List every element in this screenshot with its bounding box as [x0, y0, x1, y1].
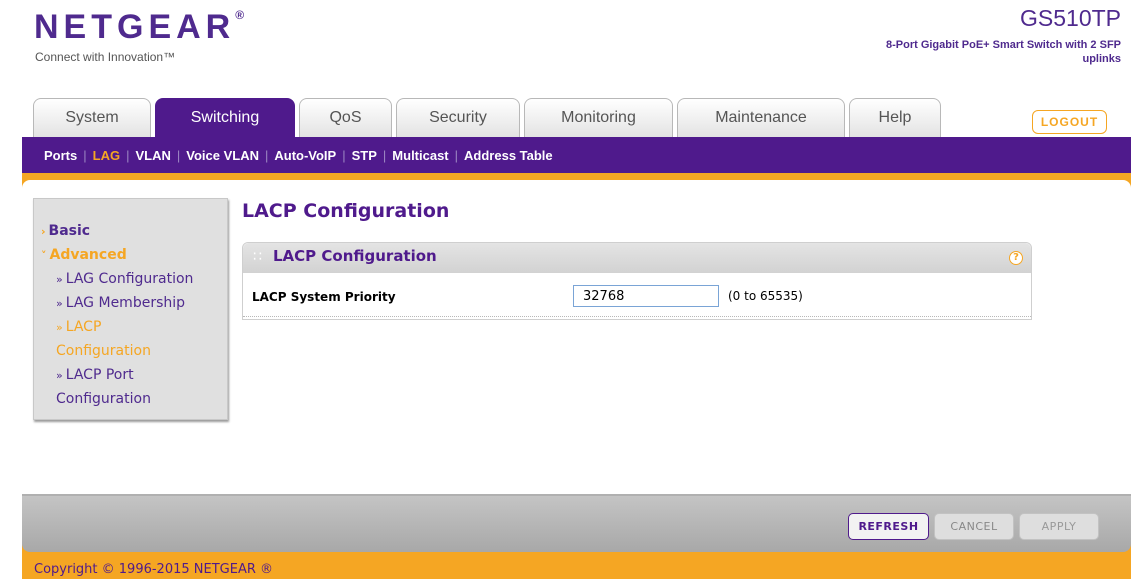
netgear-logo: NETGEAR® [34, 8, 245, 46]
grip-icon: ∷ [253, 249, 262, 265]
double-chevron-icon: » [56, 273, 63, 286]
double-chevron-icon: » [56, 321, 63, 334]
tab-help[interactable]: Help [849, 98, 941, 137]
logout-button[interactable]: LOGOUT [1032, 110, 1107, 134]
sub-navigation: Ports | LAG | VLAN | Voice VLAN | Auto-VoIP |… [22, 137, 1131, 173]
main-tabs: System Switching QoS Security Monitoring… [22, 92, 1131, 137]
sidebar-item-lacp-port-configuration-line2[interactable]: Configuration [56, 387, 151, 411]
sidebar-item-lacp-configuration-line2[interactable]: Configuration [56, 339, 151, 363]
subnav-vlan[interactable]: VLAN [129, 148, 176, 163]
lacp-system-priority-label: LACP System Priority [252, 290, 396, 304]
main-panel: › Basic ˅ Advanced » LAG Configuration » LAG… [22, 180, 1131, 494]
subnav-auto-voip[interactable]: Auto-VoIP [268, 148, 342, 163]
action-bar: REFRESH CANCEL APPLY [22, 494, 1131, 552]
help-icon[interactable]: ? [1009, 251, 1023, 265]
tab-monitoring[interactable]: Monitoring [524, 98, 673, 137]
subnav-multicast[interactable]: Multicast [386, 148, 454, 163]
sidebar: › Basic ˅ Advanced » LAG Configuration » LAG… [33, 198, 228, 420]
sidebar-item-lacp-configuration[interactable]: » LACP [56, 315, 101, 340]
copyright: Copyright © 1996-2015 NETGEAR ® [34, 562, 274, 577]
tagline: Connect with Innovation™ [35, 50, 176, 64]
tab-switching[interactable]: Switching [155, 98, 295, 137]
chevron-right-icon: › [41, 225, 46, 238]
sidebar-item-lacp-port-configuration[interactable]: » LACP Port [56, 363, 134, 388]
double-chevron-icon: » [56, 369, 63, 382]
logo-mark: ® [235, 8, 245, 22]
cancel-button[interactable]: CANCEL [934, 513, 1014, 540]
model-description: 8-Port Gigabit PoE+ Smart Switch with 2 … [885, 39, 1121, 65]
tab-security[interactable]: Security [396, 98, 520, 137]
sidebar-item-lag-membership[interactable]: » LAG Membership [56, 291, 185, 316]
lacp-config-box: ∷ LACP Configuration ? LACP System Prior… [242, 242, 1032, 320]
box-title: LACP Configuration [273, 247, 437, 265]
page-title: LACP Configuration [242, 200, 450, 222]
header: NETGEAR® Connect with Innovation™ GS510T… [22, 0, 1131, 92]
double-chevron-icon: » [56, 297, 63, 310]
tab-qos[interactable]: QoS [299, 98, 392, 137]
sidebar-item-lag-configuration[interactable]: » LAG Configuration [56, 267, 193, 292]
tab-maintenance[interactable]: Maintenance [677, 98, 845, 137]
refresh-button[interactable]: REFRESH [848, 513, 929, 540]
subnav-lag[interactable]: LAG [87, 148, 126, 163]
form-row: LACP System Priority (0 to 65535) [243, 275, 1031, 317]
chevron-down-icon: ˅ [41, 249, 47, 262]
apply-button[interactable]: APPLY [1019, 513, 1099, 540]
model-name: GS510TP [1020, 5, 1121, 31]
sidebar-basic[interactable]: › Basic [41, 219, 90, 244]
lacp-system-priority-input[interactable] [573, 285, 719, 307]
sidebar-advanced[interactable]: ˅ Advanced [41, 243, 127, 268]
subnav-ports[interactable]: Ports [38, 148, 83, 163]
box-header: ∷ LACP Configuration ? [243, 243, 1031, 273]
priority-range-hint: (0 to 65535) [728, 289, 803, 303]
subnav-address-table[interactable]: Address Table [458, 148, 559, 163]
subnav-stp[interactable]: STP [346, 148, 383, 163]
tab-system[interactable]: System [33, 98, 151, 137]
subnav-voice-vlan[interactable]: Voice VLAN [180, 148, 265, 163]
